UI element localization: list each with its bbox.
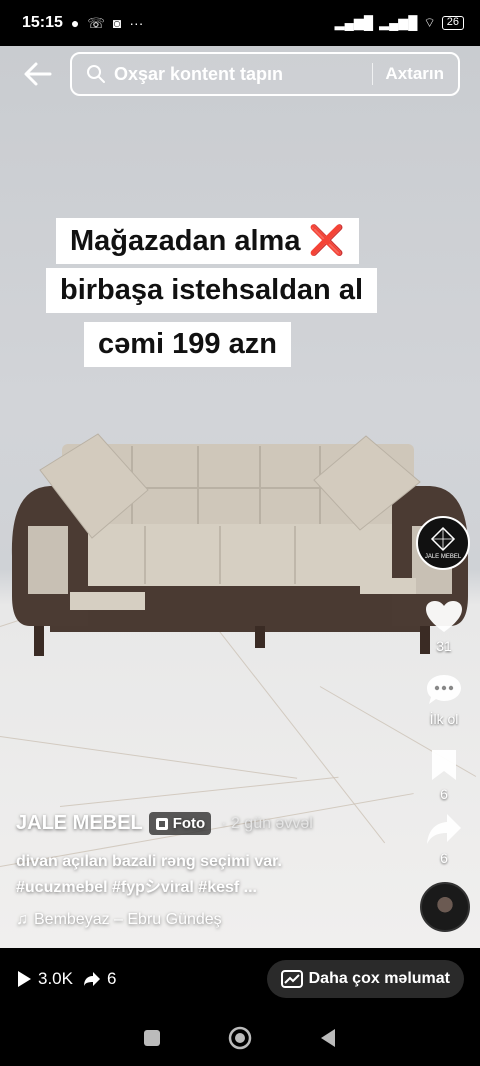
post-meta: JALE MEBEL Foto · 2 gün əvvəl divan açıl… <box>16 812 406 929</box>
back-nav-button[interactable] <box>319 1028 337 1048</box>
more-info-button[interactable]: Daha çox məlumat <box>266 960 464 998</box>
heart-icon[interactable] <box>425 600 463 634</box>
caption-line-2: birbaşa istehsaldan al <box>46 268 378 313</box>
status-time: 15:15 <box>22 14 63 31</box>
battery-level: 26 <box>446 16 459 28</box>
save-count: 6 <box>440 786 448 802</box>
more-notifications-icon: ··· <box>129 15 144 31</box>
comment-icon[interactable] <box>425 673 463 707</box>
creator-avatar[interactable]: JALE MEBEL <box>416 516 470 570</box>
description-line-1: divan açılan bazali rəng seçimi var. <box>16 853 282 870</box>
search-icon <box>87 65 105 83</box>
search-button[interactable]: Axtarın <box>385 64 444 84</box>
instagram-icon: ◙ <box>112 15 122 31</box>
system-nav-bar <box>0 1010 480 1066</box>
bottom-share-count: 6 <box>106 969 117 988</box>
view-count: 3.0K <box>38 969 73 988</box>
jale-mebel-logo-icon <box>430 526 456 552</box>
missed-call-icon: ☏ <box>87 14 105 31</box>
author-name[interactable]: JALE MEBEL <box>16 812 143 835</box>
home-button[interactable] <box>228 1026 252 1050</box>
play-icon <box>18 971 31 987</box>
post-description[interactable]: divan açılan bazali rəng seçimi var. #uc… <box>16 849 406 901</box>
search-bar[interactable]: Oxşar kontent tapın Axtarın <box>70 52 460 96</box>
signal-icon: ▂▄▆█ <box>334 15 374 30</box>
sofa-image <box>11 433 469 656</box>
photo-badge-label: Foto <box>172 815 206 832</box>
avatar-label: JALE MEBEL <box>424 554 462 560</box>
music-note-icon: ♫ <box>16 911 28 928</box>
more-info-label: Daha çox məlumat <box>308 970 450 987</box>
save-action[interactable]: 6 <box>416 748 472 802</box>
back-arrow-icon[interactable] <box>22 58 54 90</box>
bookmark-icon[interactable] <box>429 748 459 782</box>
photo-icon <box>155 817 168 830</box>
post-time: · 2 gün əvvəl <box>221 814 313 832</box>
like-count: 31 <box>436 638 452 654</box>
share-small-icon <box>83 972 100 986</box>
share-count: 6 <box>440 850 448 866</box>
music-title[interactable]: Bembeyaz – Ebru Gündeş <box>34 911 222 929</box>
comment-action[interactable]: İlk ol <box>416 673 472 727</box>
status-bar: 15:15 ● ☏ ◙ ··· ▂▄▆█ ▂▄▆█ ⌔ 26 <box>0 0 480 46</box>
bottom-bar: 3.0K 6 Daha çox məlumat <box>0 948 480 1010</box>
search-divider <box>372 63 374 85</box>
description-hashtags[interactable]: #ucuzmebel #fypシviral #kesf ... <box>16 875 406 901</box>
share-arrow-icon[interactable] <box>425 812 463 846</box>
share-action[interactable]: 6 <box>416 812 472 866</box>
battery-icon: 26 <box>441 16 464 30</box>
photo-badge: Foto <box>148 812 212 835</box>
comment-label: İlk ol <box>429 711 459 727</box>
wifi-icon: ⌔ <box>423 15 436 30</box>
chat-bubble-icon: ● <box>70 15 80 31</box>
music-disc-icon[interactable] <box>420 882 470 932</box>
caption-line-1: Mağazadan alma ❌ <box>56 218 359 264</box>
recent-apps-button[interactable] <box>143 1029 161 1047</box>
music-row[interactable]: ♫ Bembeyaz – Ebru Gündeş <box>16 911 406 929</box>
chart-icon <box>280 970 303 988</box>
search-input[interactable]: Oxşar kontent tapın <box>114 64 360 85</box>
caption-line-3: cəmi 199 azn <box>84 322 291 367</box>
signal-2-icon: ▂▄▆█ <box>379 15 418 30</box>
like-action[interactable]: 31 <box>416 600 472 654</box>
